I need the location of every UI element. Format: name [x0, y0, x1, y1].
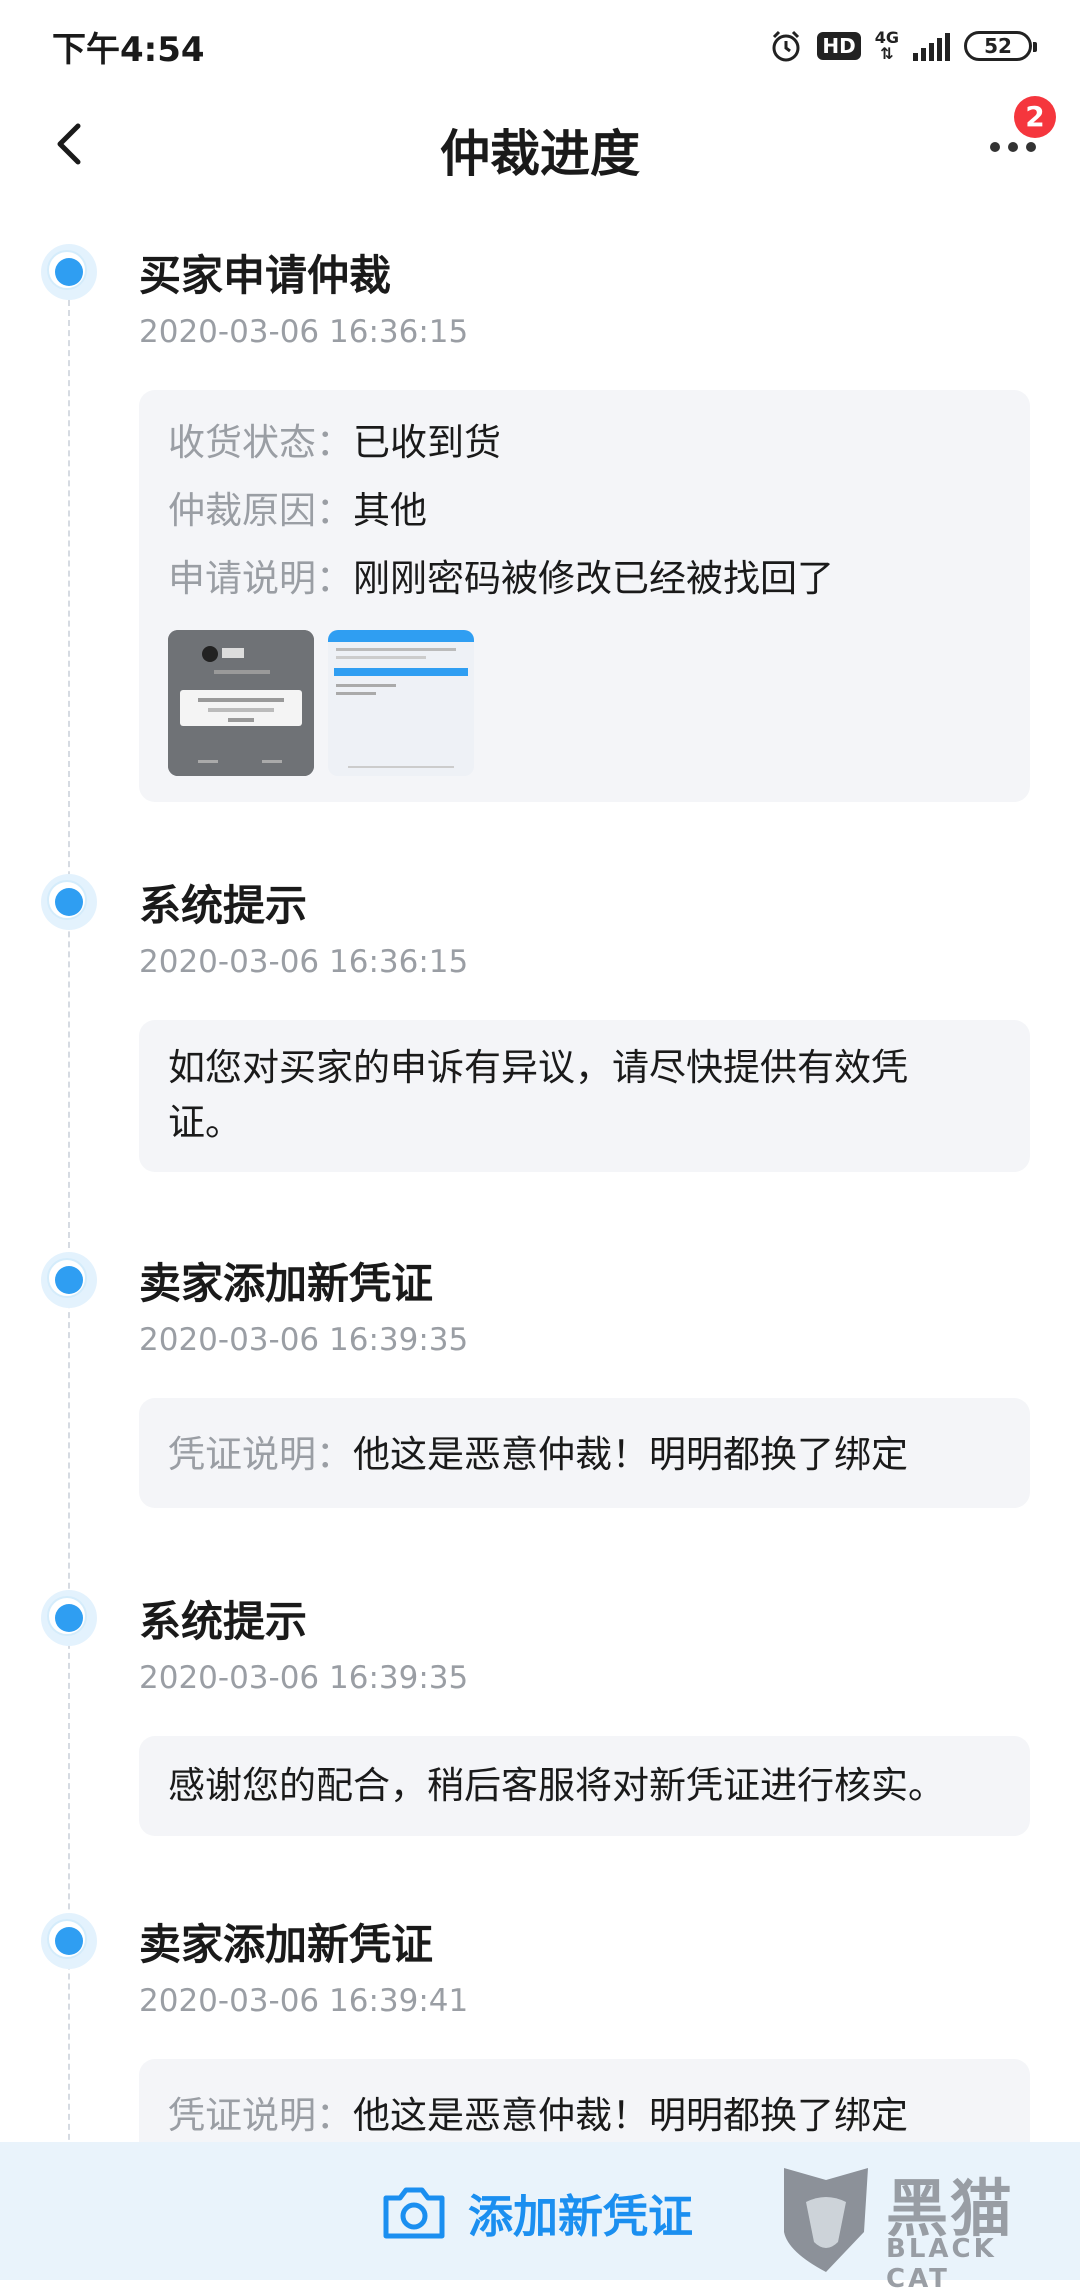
field-receipt-status: 收货状态：已收到货: [168, 412, 501, 466]
field-value: 其他: [353, 489, 427, 532]
add-evidence-label: 添加新凭证: [468, 2189, 694, 2243]
header: 仲裁进度 2: [0, 92, 1080, 202]
screenshot-image: [168, 630, 314, 776]
timeline-dot-icon: [41, 1252, 97, 1308]
event-card: 凭证说明：他这是恶意仲裁！明明都换了绑定: [139, 1398, 1030, 1508]
field-key: 申请说明：: [168, 557, 353, 600]
event-card: 如您对买家的申诉有异议，请尽快提供有效凭证。: [139, 1020, 1030, 1172]
event-time: 2020-03-06 16:36:15: [139, 944, 469, 980]
field-key: 仲裁原因：: [168, 489, 353, 532]
field-key: 收货状态：: [168, 421, 353, 464]
hd-icon: HD: [817, 32, 861, 60]
event-time: 2020-03-06 16:36:15: [139, 314, 469, 350]
field-value: 刚刚密码被修改已经被找回了: [353, 557, 834, 600]
battery-icon: 52: [964, 31, 1037, 61]
event-card: 收货状态：已收到货 仲裁原因：其他 申请说明：刚刚密码被修改已经被找回了: [139, 390, 1030, 802]
timeline-dot-icon: [41, 874, 97, 930]
field-key: 凭证说明：: [168, 2094, 353, 2137]
evidence-thumbnail-2[interactable]: [328, 630, 474, 776]
event-time: 2020-03-06 16:39:35: [139, 1322, 469, 1358]
network-label: 4G: [874, 28, 899, 47]
alarm-icon: [772, 30, 800, 62]
system-message: 感谢您的配合，稍后客服将对新凭证进行核实。: [168, 1764, 945, 1807]
network-type: 4G ⇅: [874, 28, 899, 63]
field-value: 他这是恶意仲裁！明明都换了绑定: [353, 2094, 908, 2137]
field-arbitration-reason: 仲裁原因：其他: [168, 480, 427, 534]
field-evidence-note: 凭证说明：他这是恶意仲裁！明明都换了绑定: [168, 2085, 908, 2139]
field-value: 他这是恶意仲裁！明明都换了绑定: [353, 1433, 908, 1476]
status-bar: 下午4:54 HD 4G ⇅ 52: [0, 0, 1080, 92]
cat-shield-icon: [784, 2168, 868, 2272]
add-evidence-button[interactable]: 添加新凭证: [380, 2172, 693, 2252]
arbitration-timeline: 买家申请仲裁 2020-03-06 16:36:15 收货状态：已收到货 仲裁原…: [0, 202, 1080, 2200]
event-title: 卖家添加新凭证: [139, 1920, 434, 1969]
timeline-dot-icon: [41, 1913, 97, 1969]
camera-icon: [383, 2187, 445, 2239]
event-card: 感谢您的配合，稍后客服将对新凭证进行核实。: [139, 1736, 1030, 1836]
more-button[interactable]: 2: [980, 96, 1056, 172]
field-application-note: 申请说明：刚刚密码被修改已经被找回了: [168, 548, 834, 602]
timeline-dot-icon: [41, 244, 97, 300]
bottom-action-bar: 添加新凭证 黑猫 BLACK CAT: [0, 2142, 1080, 2294]
page-title: 仲裁进度: [440, 125, 640, 183]
event-time: 2020-03-06 16:39:41: [139, 1983, 469, 2019]
event-title: 卖家添加新凭证: [139, 1259, 434, 1308]
notification-badge: 2: [1014, 96, 1056, 138]
system-message: 如您对买家的申诉有异议，请尽快提供有效凭证。: [168, 1046, 908, 1144]
field-value: 已收到货: [353, 421, 501, 464]
more-dots-icon: [990, 142, 1036, 152]
watermark-logo: 黑猫 BLACK CAT: [776, 2162, 1066, 2294]
field-evidence-note: 凭证说明：他这是恶意仲裁！明明都换了绑定: [168, 1424, 908, 1478]
timeline-dot-icon: [41, 1590, 97, 1646]
status-icons: HD 4G ⇅ 52: [769, 24, 1037, 68]
event-title: 买家申请仲裁: [139, 251, 392, 300]
evidence-thumbnail-1[interactable]: [168, 630, 314, 776]
field-key: 凭证说明：: [168, 1433, 353, 1476]
event-title: 系统提示: [139, 1597, 308, 1646]
status-time: 下午4:54: [52, 30, 205, 70]
signal-icon: [913, 31, 950, 61]
event-time: 2020-03-06 16:39:35: [139, 1660, 469, 1696]
screenshot-image: [328, 630, 474, 776]
event-title: 系统提示: [139, 881, 308, 930]
watermark-en: BLACK CAT: [886, 2234, 997, 2294]
